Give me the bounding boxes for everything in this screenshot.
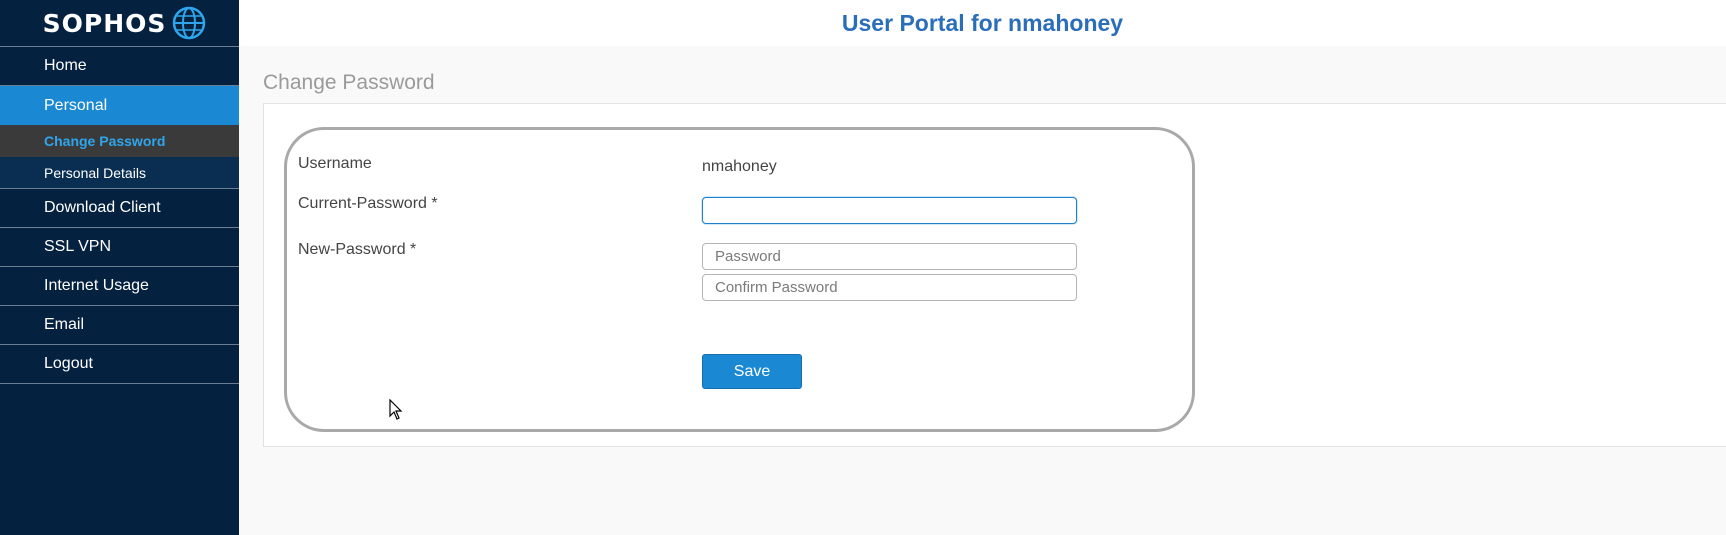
sidebar-subitem-change-password[interactable]: Change Password	[0, 125, 239, 157]
page-header-title: User Portal for nmahoney	[841, 9, 1124, 36]
sidebar-subitem-personal-details[interactable]: Personal Details	[0, 157, 239, 189]
sidebar-item-email[interactable]: Email	[0, 306, 239, 345]
new-password-label: New-Password *	[298, 241, 417, 258]
globe-icon	[173, 6, 206, 40]
sidebar-item-download-client[interactable]: Download Client	[0, 189, 239, 228]
sidebar-item-label: Home	[44, 57, 87, 74]
mouse-cursor-icon	[389, 399, 403, 420]
sidebar-item-internet-usage[interactable]: Internet Usage	[0, 267, 239, 306]
top-bar: User Portal for nmahoney	[239, 0, 1726, 46]
page-title: Change Password	[263, 71, 435, 94]
sidebar: SOPHOS Home Personal Change Password Per…	[0, 0, 239, 535]
sidebar-item-label: SSL VPN	[44, 238, 111, 255]
sidebar-item-label: Change Password	[44, 133, 166, 149]
brand-name: SOPHOS	[42, 8, 167, 38]
confirm-password-input[interactable]	[702, 274, 1077, 301]
sidebar-item-label: Email	[44, 316, 85, 333]
sidebar-item-label: Logout	[44, 355, 93, 372]
sidebar-item-logout[interactable]: Logout	[0, 345, 239, 384]
sophos-logo[interactable]: SOPHOS	[0, 0, 239, 46]
sidebar-item-label: Personal Details	[44, 164, 146, 181]
sidebar-item-label: Download Client	[44, 199, 161, 216]
username-value: nmahoney	[702, 158, 777, 175]
sidebar-item-label: Internet Usage	[44, 277, 149, 294]
sidebar-item-home[interactable]: Home	[0, 47, 239, 86]
current-password-label: Current-Password *	[298, 195, 438, 212]
new-password-input[interactable]	[702, 243, 1077, 270]
sidebar-nav: Home Personal Change Password Personal D…	[0, 46, 239, 384]
username-label: Username	[298, 155, 372, 172]
save-button[interactable]: Save	[702, 354, 802, 389]
sidebar-item-ssl-vpn[interactable]: SSL VPN	[0, 228, 239, 267]
sidebar-item-personal[interactable]: Personal	[0, 86, 239, 125]
sidebar-item-label: Personal	[44, 96, 108, 114]
current-password-input[interactable]	[702, 197, 1077, 224]
